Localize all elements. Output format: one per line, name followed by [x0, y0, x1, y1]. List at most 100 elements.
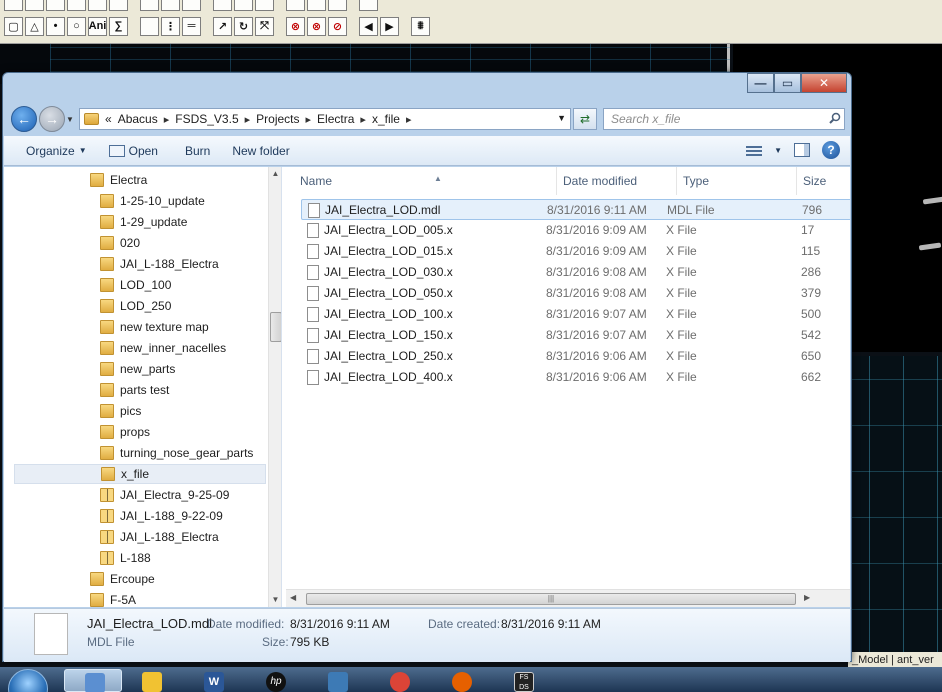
toolbar-button[interactable] — [140, 16, 159, 36]
tree-item[interactable]: 1-25-10_update — [100, 191, 205, 211]
start-button[interactable] — [8, 669, 48, 692]
toolbar-button[interactable] — [286, 0, 305, 11]
toolbar-button[interactable]: ⊗ — [307, 16, 326, 36]
column-header-name[interactable]: Name ▲ — [294, 167, 557, 195]
file-row[interactable]: JAI_Electra_LOD_015.x 8/31/2016 9:09 AM X … — [301, 241, 850, 262]
tree-item[interactable]: new_inner_nacelles — [100, 338, 226, 358]
toolbar-button[interactable]: ▶ — [380, 16, 399, 36]
toolbar-button[interactable] — [255, 0, 274, 11]
tree-item[interactable]: props — [100, 422, 150, 442]
burn-button[interactable]: Burn — [185, 144, 210, 158]
new-folder-button[interactable]: New folder — [232, 144, 289, 158]
breadcrumb-separator-icon[interactable]: ▸ — [406, 113, 412, 126]
maximize-button[interactable]: ▭ — [774, 73, 801, 93]
column-header-type[interactable]: Type — [677, 167, 797, 195]
forward-button[interactable]: → — [39, 106, 65, 132]
model-tab[interactable]: _Model | ant_ver — [848, 652, 942, 668]
toolbar-button[interactable]: ○ — [67, 16, 86, 36]
toolbar-button[interactable]: △ — [25, 16, 44, 36]
toolbar-button[interactable] — [109, 0, 128, 11]
taskbar-button[interactable] — [370, 669, 428, 692]
file-row[interactable]: JAI_Electra_LOD_030.x 8/31/2016 9:08 AM X … — [301, 262, 850, 283]
breadcrumb-separator-icon[interactable]: ▸ — [164, 113, 170, 126]
toolbar-button[interactable]: ⊗ — [286, 16, 305, 36]
toolbar-button[interactable] — [307, 0, 326, 11]
tree-item[interactable]: new texture map — [100, 317, 209, 337]
view-options-chevron-icon[interactable]: ▼ — [774, 146, 782, 155]
file-row[interactable]: JAI_Electra_LOD_150.x 8/31/2016 9:07 AM X … — [301, 325, 850, 346]
toolbar-button[interactable] — [213, 0, 232, 11]
toolbar-button[interactable]: Ani — [88, 16, 107, 36]
preview-pane-icon[interactable] — [794, 143, 810, 157]
refresh-button[interactable]: ⇄ — [573, 108, 597, 130]
breadcrumb-item[interactable]: FSDS_V3.5 — [175, 112, 238, 126]
address-prefix[interactable]: « — [105, 112, 112, 126]
tree-item[interactable]: JAI_L-188_9-22-09 — [100, 506, 223, 526]
tree-item[interactable]: LOD_250 — [100, 296, 171, 316]
breadcrumb-item[interactable]: Projects — [256, 112, 299, 126]
address-bar[interactable]: « Abacus ▸ FSDS_V3.5 ▸ Projects ▸ Electra ▸ x_fi… — [79, 108, 571, 130]
breadcrumb-item[interactable]: Electra — [317, 112, 354, 126]
tree-item[interactable]: JAI_L-188_Electra — [100, 527, 219, 547]
file-row[interactable]: JAI_Electra_LOD_400.x 8/31/2016 9:06 AM X … — [301, 367, 850, 388]
toolbar-button[interactable] — [140, 0, 159, 11]
file-row[interactable]: JAI_Electra_LOD_250.x 8/31/2016 9:06 AM X … — [301, 346, 850, 367]
file-row[interactable]: JAI_Electra_LOD_100.x 8/31/2016 9:07 AM X … — [301, 304, 850, 325]
toolbar-button[interactable] — [4, 0, 23, 11]
toolbar-button[interactable] — [46, 0, 65, 11]
toolbar-button[interactable]: ↗ — [213, 16, 232, 36]
toolbar-button[interactable] — [161, 0, 180, 11]
column-header-date[interactable]: Date modified — [557, 167, 677, 195]
toolbar-button[interactable] — [25, 0, 44, 11]
breadcrumb-separator-icon[interactable]: ▸ — [245, 113, 251, 126]
minimize-button[interactable]: — — [747, 73, 774, 93]
tree-item[interactable]: 1-29_update — [100, 212, 187, 232]
taskbar-button[interactable] — [432, 669, 490, 692]
scroll-up-icon[interactable]: ▲ — [269, 167, 281, 181]
taskbar-button[interactable]: hp — [246, 669, 304, 692]
close-button[interactable]: ✕ — [801, 73, 847, 93]
organize-button[interactable]: Organize ▼ — [26, 144, 87, 158]
taskbar-button[interactable] — [308, 669, 366, 692]
toolbar-button[interactable]: • — [46, 16, 65, 36]
tree-item[interactable]: Ercoupe — [90, 569, 155, 589]
tree-item[interactable]: L-188 — [100, 548, 151, 568]
toolbar-button[interactable] — [328, 0, 347, 11]
tree-item[interactable]: Electra — [90, 170, 147, 190]
toolbar-button[interactable] — [234, 0, 253, 11]
taskbar-button[interactable]: W — [184, 669, 242, 692]
recent-pages-dropdown[interactable]: ▼ — [66, 115, 74, 124]
horizontal-scroll-thumb[interactable]: ||| — [306, 593, 796, 605]
toolbar-button[interactable] — [88, 0, 107, 11]
file-row[interactable]: JAI_Electra_LOD_005.x 8/31/2016 9:09 AM X … — [301, 220, 850, 241]
tree-item[interactable]: 020 — [100, 233, 140, 253]
tree-item[interactable]: LOD_100 — [100, 275, 171, 295]
file-row[interactable]: JAI_Electra_LOD.mdl 8/31/2016 9:11 AM MDL … — [301, 199, 850, 220]
change-view-icon[interactable] — [746, 144, 763, 156]
toolbar-button[interactable]: ◀ — [359, 16, 378, 36]
toolbar-button[interactable] — [359, 0, 378, 11]
scroll-down-icon[interactable]: ▼ — [269, 593, 281, 607]
tree-item[interactable]: new_parts — [100, 359, 175, 379]
tree-item[interactable]: F-5A — [90, 590, 136, 607]
breadcrumb-item[interactable]: x_file — [372, 112, 400, 126]
tree-item[interactable]: pics — [100, 401, 141, 421]
taskbar-button[interactable] — [122, 669, 180, 692]
tree-item[interactable]: x_file — [14, 464, 266, 484]
toolbar-button[interactable]: ═ — [182, 16, 201, 36]
back-button[interactable]: ← — [11, 106, 37, 132]
toolbar-button[interactable] — [182, 0, 201, 11]
toolbar-button[interactable]: ⤧ — [255, 16, 274, 36]
tree-item[interactable]: JAI_L-188_Electra — [100, 254, 219, 274]
scroll-right-icon[interactable]: ▶ — [804, 593, 810, 602]
toolbar-button[interactable]: ⩩ — [411, 16, 430, 36]
column-header-size[interactable]: Size — [797, 167, 850, 195]
breadcrumb-item[interactable]: Abacus — [118, 112, 158, 126]
search-input[interactable]: Search x_file — [603, 108, 845, 130]
toolbar-button[interactable]: ∑ — [109, 16, 128, 36]
navigation-scrollbar[interactable]: ▲ ▼ — [268, 167, 281, 607]
search-icon[interactable] — [829, 112, 841, 124]
horizontal-scrollbar[interactable]: ◀ ||| ▶ — [286, 589, 850, 607]
toolbar-button[interactable]: ↻ — [234, 16, 253, 36]
breadcrumb-separator-icon[interactable]: ▸ — [306, 113, 312, 126]
